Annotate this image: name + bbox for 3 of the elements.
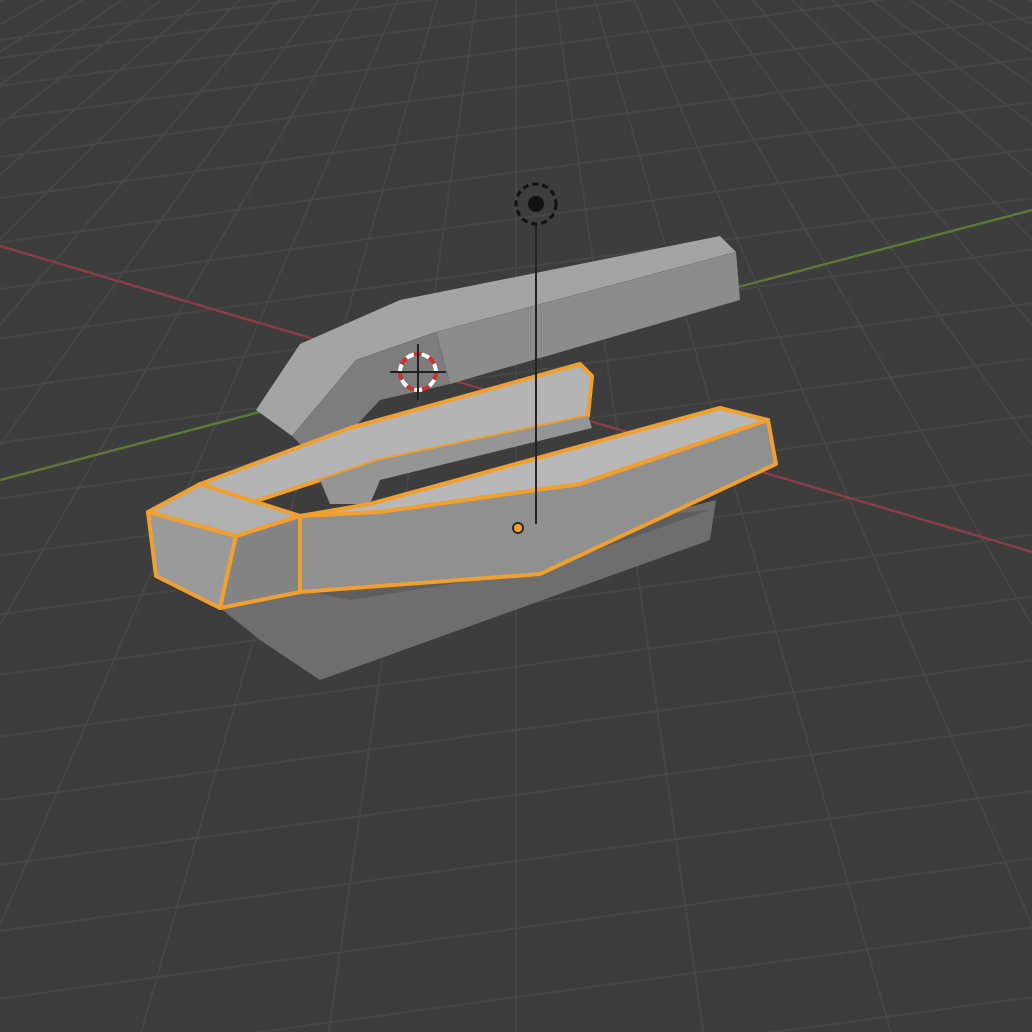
light-icon	[514, 182, 558, 226]
origin-dot	[512, 522, 524, 534]
cursor-icon	[389, 343, 447, 401]
